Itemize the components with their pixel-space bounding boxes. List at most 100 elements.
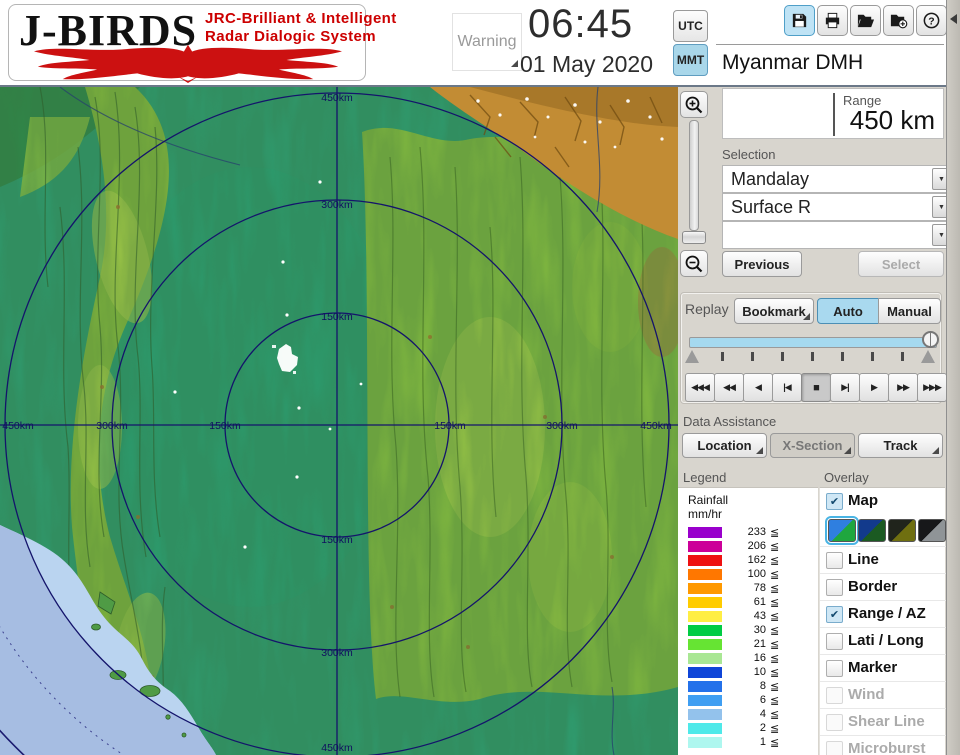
utc-button[interactable]: UTC (673, 10, 708, 42)
checkbox-marker[interactable] (826, 660, 843, 677)
map-style-2[interactable] (858, 519, 886, 542)
rewind-fastest-button[interactable]: ◀◀◀ (685, 373, 715, 402)
ring-label: 150km (321, 534, 353, 546)
ring-label: 150km (209, 420, 241, 432)
site-dropdown[interactable]: Mandalay ▼ (722, 165, 954, 193)
radar-map[interactable]: 450km 300km 150km 150km 300km 450km 450k… (0, 87, 678, 755)
legend-row: 78 ≦ (678, 582, 818, 596)
map-style-1[interactable] (825, 516, 859, 545)
play-button[interactable]: ▶ (859, 373, 889, 402)
ring-label: 150km (321, 311, 353, 323)
zoom-in-icon (685, 96, 703, 113)
top-bar: J-BIRDS JRC-Brilliant & Intelligent Rada… (0, 0, 960, 87)
control-panel: Range 450 km Selection Mandalay ▼ Surfac… (678, 87, 954, 755)
x-section-button[interactable]: X-Section (770, 433, 855, 458)
mmt-button[interactable]: MMT (673, 44, 708, 76)
divider (716, 44, 944, 45)
slider-tick (871, 352, 874, 361)
legend-title: Rainfall (688, 493, 729, 507)
selection-label: Selection (722, 147, 776, 162)
open-button[interactable] (850, 5, 881, 36)
overlay-item-marker[interactable]: Marker (820, 654, 946, 682)
checkbox-range-az[interactable]: ✔ (826, 606, 843, 623)
legend-row: 2 ≦ (678, 722, 818, 736)
replay-slider-track[interactable] (689, 337, 937, 348)
logo-subtitle-1: JRC-Brilliant & Intelligent (205, 10, 397, 27)
zoom-out-icon (685, 255, 703, 272)
clock-time: 06:45 (528, 2, 634, 46)
overlay-item-wind: Wind (820, 681, 946, 709)
rewind-fast-button[interactable]: ◀◀ (714, 373, 744, 402)
export-button[interactable] (883, 5, 914, 36)
checkbox-border[interactable] (826, 579, 843, 596)
print-icon (825, 12, 840, 29)
slider-end-marker[interactable] (921, 350, 935, 363)
divider (833, 93, 835, 136)
data-assistance-label: Data Assistance (683, 414, 777, 429)
warning-label: Warning (457, 33, 517, 50)
ring-label: 150km (434, 420, 466, 432)
zoom-out-button[interactable] (680, 250, 708, 277)
manual-mode-button[interactable]: Manual (878, 298, 941, 324)
track-button[interactable]: Track (858, 433, 943, 458)
checkbox-map[interactable]: ✔ (826, 493, 843, 510)
help-button[interactable]: ? (916, 5, 947, 36)
checkbox-shear-line (826, 714, 843, 731)
save-button[interactable] (784, 5, 815, 36)
forward-fastest-button[interactable]: ▶▶▶ (917, 373, 947, 402)
legend-row: 4 ≦ (678, 708, 818, 722)
overlay-item-border[interactable]: Border (820, 573, 946, 601)
zoom-slider-track[interactable] (689, 120, 699, 231)
product-dropdown[interactable]: Surface R ▼ (722, 193, 954, 221)
station-name: Myanmar DMH (722, 51, 864, 74)
print-button[interactable] (817, 5, 848, 36)
zoom-slider-handle[interactable] (682, 231, 706, 244)
step-back-button[interactable]: |◀ (772, 373, 802, 402)
export-icon (890, 14, 908, 29)
overlay-item-lati-long[interactable]: Lati / Long (820, 627, 946, 655)
slider-tick (721, 352, 724, 361)
save-icon (792, 13, 807, 28)
panel-collapse-strip[interactable] (946, 0, 960, 755)
legend-row: 162 ≦ (678, 554, 818, 568)
legend-row: 61 ≦ (678, 596, 818, 610)
overlay-item-map[interactable]: ✔ Map (820, 488, 946, 515)
bookmark-button[interactable]: Bookmark (734, 298, 814, 324)
legend-row: 10 ≦ (678, 666, 818, 680)
previous-button[interactable]: Previous (722, 251, 802, 277)
replay-group: Replay Bookmark Auto Manual ◀◀◀ ◀◀ ◀ |◀ … (680, 292, 947, 404)
play-reverse-button[interactable]: ◀ (743, 373, 773, 402)
legend-row: 21 ≦ (678, 638, 818, 652)
svg-text:?: ? (928, 16, 934, 27)
map-style-4[interactable] (918, 519, 946, 542)
clock-date: 01 May 2020 (520, 51, 653, 77)
ring-label: 300km (321, 199, 353, 211)
step-forward-button[interactable]: ▶| (830, 373, 860, 402)
warning-button[interactable]: Warning (452, 13, 522, 71)
legend-row: 30 ≦ (678, 624, 818, 638)
forward-fast-button[interactable]: ▶▶ (888, 373, 918, 402)
auto-mode-button[interactable]: Auto (817, 298, 879, 324)
map-style-3[interactable] (888, 519, 916, 542)
legend-row: 16 ≦ (678, 652, 818, 666)
slider-start-marker[interactable] (685, 350, 699, 363)
jbirds-window: J-BIRDS JRC-Brilliant & Intelligent Rada… (0, 0, 960, 755)
ring-label: 450km (321, 742, 353, 754)
slider-tick (751, 352, 754, 361)
replay-slider-handle[interactable] (922, 331, 939, 348)
ring-label: 450km (321, 92, 353, 104)
checkbox-line[interactable] (826, 552, 843, 569)
replay-label: Replay (685, 301, 729, 317)
ring-label: 300km (321, 647, 353, 659)
zoom-in-button[interactable] (680, 91, 708, 118)
overlay-item-line[interactable]: Line (820, 546, 946, 574)
select-button[interactable]: Select (858, 251, 944, 277)
option-dropdown[interactable]: ▼ (722, 221, 954, 249)
checkbox-lati-long[interactable] (826, 633, 843, 650)
overlay-header: Overlay (824, 470, 869, 485)
ring-label: 450km (640, 420, 672, 432)
overlay-item-range-az[interactable]: ✔ Range / AZ (820, 600, 946, 628)
stop-button[interactable]: ■ (801, 373, 831, 402)
location-button[interactable]: Location (682, 433, 767, 458)
legend-row: 233 ≦ (678, 526, 818, 540)
